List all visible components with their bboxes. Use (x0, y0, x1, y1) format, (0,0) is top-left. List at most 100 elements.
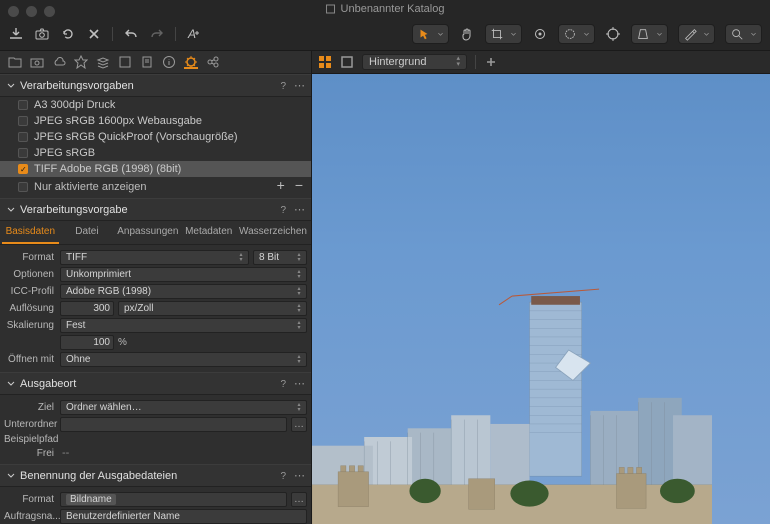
capture-tab-icon[interactable] (30, 55, 44, 69)
wb-tool[interactable] (678, 24, 715, 44)
close-window-button[interactable] (8, 6, 19, 17)
preset-list: A3 300dpi Druck JPEG sRGB 1600px Webausg… (0, 97, 311, 177)
options-label: Optionen (4, 269, 60, 280)
maximize-window-button[interactable] (44, 6, 55, 17)
reset-icon[interactable] (60, 26, 76, 42)
separator (112, 27, 113, 41)
help-icon[interactable] (280, 80, 286, 92)
remove-preset-button[interactable] (295, 180, 303, 193)
preset-item[interactable]: JPEG sRGB (0, 145, 311, 161)
chevron-updown-icon: ▴▾ (294, 303, 304, 315)
redo-icon[interactable] (149, 26, 165, 42)
target-tool-icon[interactable] (605, 26, 621, 42)
menu-icon[interactable] (294, 203, 305, 216)
brush-tool[interactable] (558, 24, 595, 44)
checkbox-icon[interactable] (18, 100, 28, 110)
preset-item[interactable]: A3 300dpi Druck (0, 97, 311, 113)
background-select[interactable]: Hintergrund▴▾ (362, 54, 467, 70)
naming-browse-button[interactable]: … (291, 492, 307, 507)
recipe-form: Format TIFF▴▾ 8 Bit▴▾ OptionenUnkomprimi… (0, 245, 311, 372)
checkbox-icon[interactable] (18, 164, 28, 174)
output-title: Ausgabeort (20, 378, 76, 390)
subtab-metadata[interactable]: Metadaten (180, 221, 237, 244)
subfolder-input[interactable] (60, 417, 287, 432)
undo-icon[interactable] (123, 26, 139, 42)
format-select[interactable]: TIFF▴▾ (60, 250, 249, 265)
preset-label: A3 300dpi Druck (34, 99, 115, 111)
spot-tool-icon[interactable] (532, 26, 548, 42)
single-view-icon[interactable] (340, 55, 354, 69)
chevron-updown-icon: ▴▾ (294, 252, 304, 264)
presets-header[interactable]: Verarbeitungsvorgaben (0, 74, 311, 97)
help-icon[interactable] (280, 378, 286, 390)
hand-tool-icon[interactable] (459, 26, 475, 42)
only-active-label: Nur aktivierte anzeigen (34, 181, 147, 193)
help-icon[interactable] (280, 470, 286, 482)
scale-select[interactable]: Fest▴▾ (60, 318, 307, 333)
camera-icon[interactable] (34, 26, 50, 42)
naming-format-field[interactable]: Bildname (60, 492, 287, 507)
checkbox-icon[interactable] (18, 132, 28, 142)
format-label: Format (4, 252, 60, 263)
add-preset-button[interactable] (277, 180, 285, 193)
keystone-tool[interactable] (631, 24, 668, 44)
recipe-header[interactable]: Verarbeitungsvorgabe (0, 198, 311, 221)
zoom-tool[interactable] (725, 24, 762, 44)
browse-button[interactable]: … (291, 417, 307, 432)
resolution-unit-select[interactable]: px/Zoll▴▾ (118, 301, 307, 316)
image-preview[interactable] (312, 74, 770, 524)
chevron-updown-icon: ▴▾ (294, 269, 304, 281)
share-tab-icon[interactable] (206, 55, 220, 69)
preset-item[interactable]: JPEG sRGB QuickProof (Vorschaugröße) (0, 129, 311, 145)
preset-item-selected[interactable]: TIFF Adobe RGB (1998) (8bit) (0, 161, 311, 177)
info-tab-icon[interactable] (162, 55, 176, 69)
scale-label: Skalierung (4, 320, 60, 331)
minimize-window-button[interactable] (26, 6, 37, 17)
checkbox-icon[interactable] (18, 182, 28, 192)
scale-percent-input[interactable]: 100 (60, 335, 114, 350)
checkbox-icon[interactable] (18, 116, 28, 126)
import-icon[interactable] (8, 26, 24, 42)
subtab-file[interactable]: Datei (59, 221, 116, 244)
menu-icon[interactable] (294, 469, 305, 482)
library-tab-icon[interactable] (8, 55, 22, 69)
free-space-value: -- (60, 447, 69, 459)
destination-select[interactable]: Ordner wählen…▴▾ (60, 400, 307, 415)
example-path-label: Beispielpfad (4, 434, 60, 445)
checkbox-icon[interactable] (18, 148, 28, 158)
resolution-input[interactable]: 300 (60, 301, 114, 316)
output-tab-icon[interactable] (184, 55, 198, 69)
only-active-row: Nur aktivierte anzeigen (0, 177, 311, 198)
subtab-basic[interactable]: Basisdaten (2, 221, 59, 244)
openwith-select[interactable]: Ohne▴▾ (60, 352, 307, 367)
bitdepth-select[interactable]: 8 Bit▴▾ (253, 250, 307, 265)
naming-header[interactable]: Benennung der Ausgabedateien (0, 464, 311, 487)
help-icon[interactable] (280, 204, 286, 216)
chevron-updown-icon: ▴▾ (236, 252, 246, 264)
percent-unit: % (118, 337, 127, 348)
subtab-adjust[interactable]: Anpassungen (115, 221, 180, 244)
cloud-tab-icon[interactable] (52, 55, 66, 69)
output-header[interactable]: Ausgabeort (0, 372, 311, 395)
subtab-watermark[interactable]: Wasserzeichen (237, 221, 309, 244)
preset-item[interactable]: JPEG sRGB 1600px Webausgabe (0, 113, 311, 129)
layers-tab-icon[interactable] (96, 55, 110, 69)
histogram-tab-icon[interactable] (118, 55, 132, 69)
adjust-tab-icon[interactable] (74, 55, 88, 69)
separator (175, 27, 176, 41)
menu-icon[interactable] (294, 79, 305, 92)
chevron-updown-icon: ▴▾ (456, 56, 460, 68)
cursor-tool[interactable] (412, 24, 449, 44)
icc-select[interactable]: Adobe RGB (1998)▴▾ (60, 284, 307, 299)
crop-tool[interactable] (485, 24, 522, 44)
auto-adjust-icon[interactable]: A (186, 26, 202, 42)
metadata-tab-icon[interactable] (140, 55, 154, 69)
add-layer-icon[interactable] (484, 55, 498, 69)
preset-label: JPEG sRGB 1600px Webausgabe (34, 115, 202, 127)
grid-view-icon[interactable] (318, 55, 332, 69)
options-select[interactable]: Unkomprimiert▴▾ (60, 267, 307, 282)
menu-icon[interactable] (294, 377, 305, 390)
free-space-label: Frei (4, 448, 60, 459)
destination-label: Ziel (4, 402, 60, 413)
close-icon[interactable] (86, 26, 102, 42)
